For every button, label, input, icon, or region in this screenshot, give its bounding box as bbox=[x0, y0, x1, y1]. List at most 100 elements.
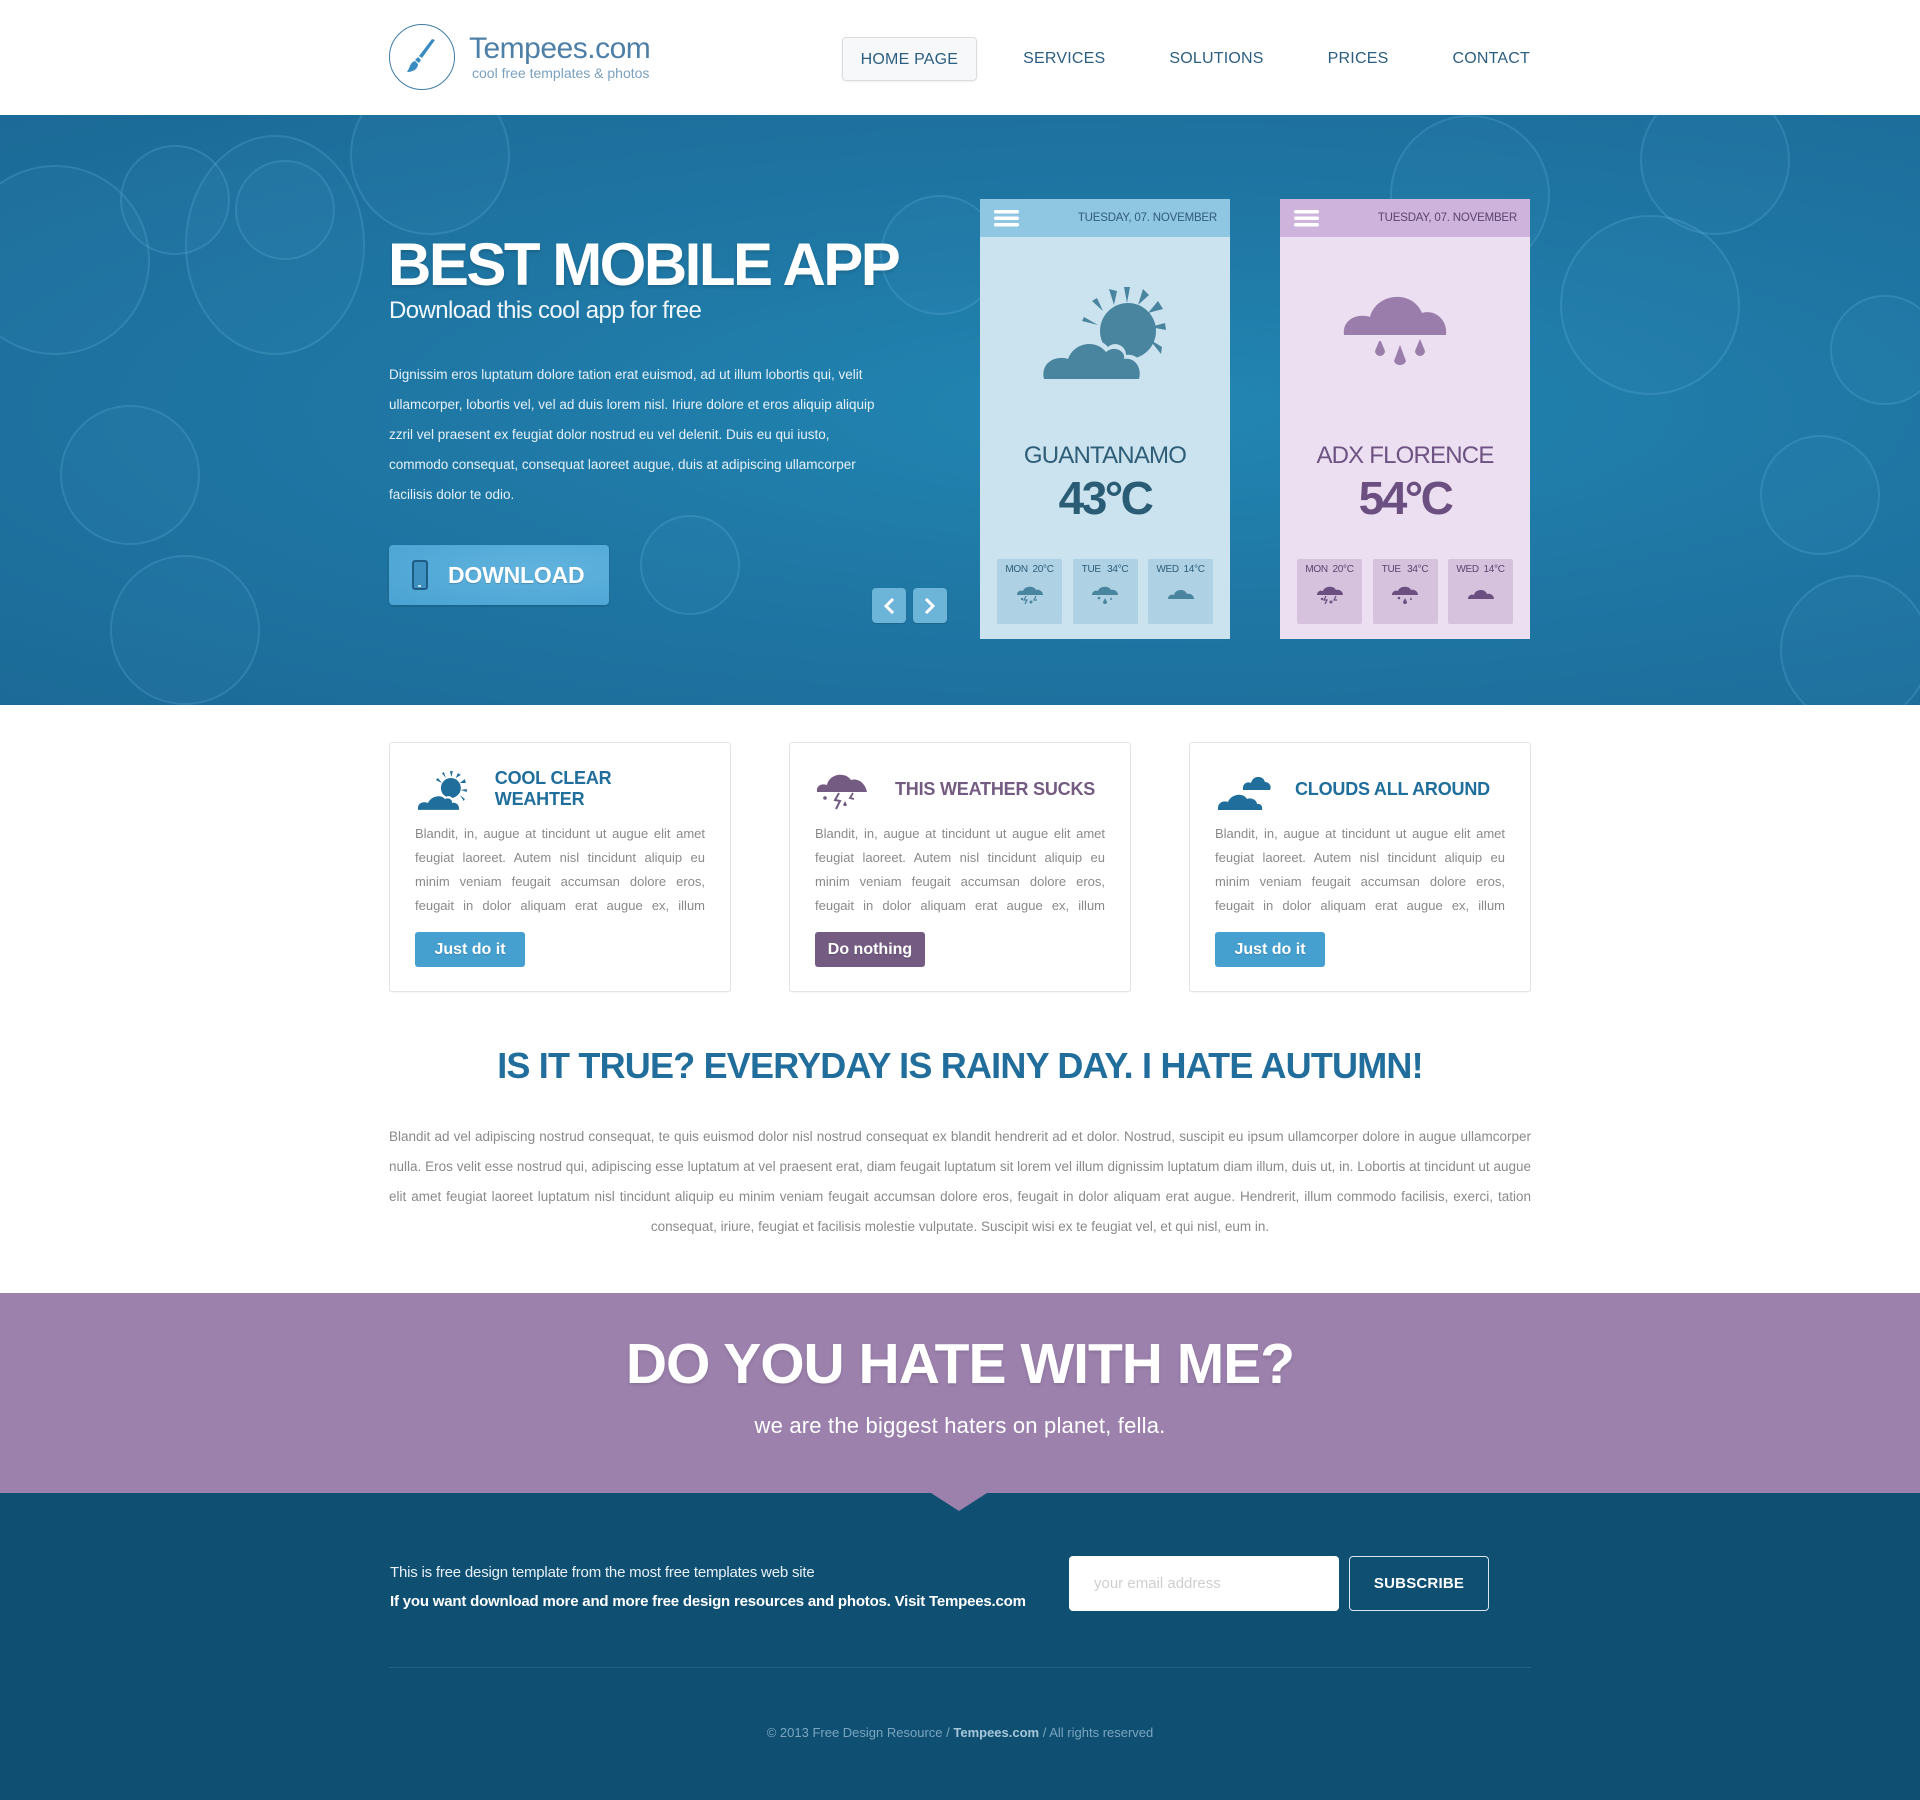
copyright: © 2013 Free Design Resource / Tempees.co… bbox=[0, 1725, 1920, 1740]
cloud-icon bbox=[1148, 584, 1213, 606]
site-footer: This is free design template from the mo… bbox=[0, 1493, 1920, 1800]
storm-icon bbox=[1297, 584, 1362, 606]
footer-info-line: This is free design template from the mo… bbox=[390, 1564, 815, 1581]
cloud-icon bbox=[1448, 584, 1513, 606]
hero-description: Dignissim eros luptatum dolore tation er… bbox=[389, 367, 875, 502]
partly-sunny-icon bbox=[415, 771, 467, 810]
feature-description: Blandit, in, augue at tincidunt ut augue… bbox=[415, 826, 705, 913]
weather-app-screen-adx-florence: TUESDAY, 07. NOVEMBER ADX FLORENCE 54°C … bbox=[1280, 199, 1530, 639]
bokeh-decoration bbox=[1830, 295, 1920, 405]
cta-banner: DO YOU HATE WITH ME? we are the biggest … bbox=[0, 1293, 1920, 1493]
download-button[interactable]: DOWNLOAD bbox=[389, 545, 609, 605]
bokeh-decoration bbox=[1760, 435, 1880, 555]
site-header: Tempees.com cool free templates & photos… bbox=[0, 0, 1920, 115]
subscribe-button[interactable]: SUBSCRIBE bbox=[1349, 1556, 1489, 1611]
slider-prev-button[interactable] bbox=[872, 588, 906, 623]
forecast-temp: 14°C bbox=[1483, 564, 1505, 575]
forecast-row: MON 20°C TUE 34°C WED 14°C bbox=[1297, 559, 1513, 624]
rain-cloud-icon bbox=[1280, 279, 1530, 399]
nav-home-page[interactable]: HOME PAGE bbox=[841, 37, 978, 81]
app-date: TUESDAY, 07. NOVEMBER bbox=[1077, 212, 1217, 224]
bokeh-decoration bbox=[185, 135, 365, 355]
footer-info-link[interactable]: If you want download more and more free … bbox=[390, 1593, 1026, 1610]
feature-card: CLOUDS ALL AROUND Blandit, in, augue at … bbox=[1189, 742, 1531, 992]
storm-icon bbox=[997, 584, 1062, 606]
do-nothing-button[interactable]: Do nothing bbox=[815, 932, 925, 967]
feature-card: THIS WEATHER SUCKS Blandit, in, augue at… bbox=[789, 742, 1131, 992]
nav-prices[interactable]: PRICES bbox=[1310, 37, 1407, 81]
cta-title: DO YOU HATE WITH ME? bbox=[625, 1332, 1295, 1396]
bokeh-decoration bbox=[60, 405, 200, 545]
forecast-temp: 34°C bbox=[1107, 564, 1129, 575]
forecast-row: MON 20°C TUE 34°C WED 14°C bbox=[997, 559, 1213, 624]
chevron-left-icon bbox=[883, 597, 895, 614]
bokeh-decoration bbox=[110, 555, 260, 705]
nav-contact[interactable]: CONTACT bbox=[1434, 37, 1530, 81]
feature-card: COOL CLEAR WEAHTER Blandit, in, augue at… bbox=[389, 742, 731, 992]
rain-icon bbox=[1073, 584, 1138, 606]
forecast-day[interactable]: WED 14°C bbox=[1148, 559, 1213, 624]
hero-subtitle: Download this cool app for free bbox=[389, 297, 702, 324]
forecast-day-label: TUE bbox=[1381, 564, 1401, 575]
nav-services[interactable]: SERVICES bbox=[1005, 37, 1123, 81]
forecast-day-label: TUE bbox=[1081, 564, 1101, 575]
feature-title: COOL CLEAR WEAHTER bbox=[494, 768, 612, 809]
cta-subtitle: we are the biggest haters on planet, fel… bbox=[754, 1413, 1166, 1438]
forecast-day[interactable]: MON 20°C bbox=[1297, 559, 1362, 624]
hero-section: BEST MOBILE APP Download this cool app f… bbox=[0, 115, 1920, 705]
slider-next-button[interactable] bbox=[913, 588, 947, 623]
forecast-day[interactable]: WED 14°C bbox=[1448, 559, 1513, 624]
paintbrush-icon bbox=[389, 24, 455, 90]
app-top-bar: TUESDAY, 07. NOVEMBER bbox=[980, 199, 1230, 237]
logo-subtitle: cool free templates & photos bbox=[472, 65, 650, 81]
forecast-temp: 20°C bbox=[1332, 564, 1354, 575]
section-body: Blandit ad vel adipiscing nostrud conseq… bbox=[389, 1129, 1531, 1234]
section-heading: IS IT TRUE? EVERYDAY IS RAINY DAY. I HAT… bbox=[497, 1045, 1423, 1086]
main-nav: HOME PAGE SERVICES SOLUTIONS PRICES CONT… bbox=[841, 37, 1530, 81]
rain-icon bbox=[1373, 584, 1438, 606]
bokeh-decoration bbox=[1560, 215, 1740, 395]
logo[interactable]: Tempees.com cool free templates & photos bbox=[389, 24, 651, 90]
smartphone-icon bbox=[412, 560, 428, 590]
just-do-it-button[interactable]: Just do it bbox=[415, 932, 525, 967]
download-label: DOWNLOAD bbox=[448, 561, 585, 588]
forecast-day[interactable]: MON 20°C bbox=[997, 559, 1062, 624]
bokeh-decoration bbox=[350, 115, 510, 235]
hamburger-menu-icon[interactable] bbox=[1294, 209, 1319, 227]
forecast-temp: 14°C bbox=[1183, 564, 1205, 575]
chevron-right-icon bbox=[924, 597, 936, 614]
feature-title: THIS WEATHER SUCKS bbox=[895, 778, 1096, 799]
forecast-day-label: MON bbox=[1305, 564, 1328, 575]
forecast-day-label: WED bbox=[1456, 564, 1479, 575]
forecast-day[interactable]: TUE 34°C bbox=[1072, 559, 1138, 624]
forecast-temp: 34°C bbox=[1407, 564, 1429, 575]
feature-title: CLOUDS ALL AROUND bbox=[1295, 778, 1490, 799]
nav-solutions[interactable]: SOLUTIONS bbox=[1151, 37, 1281, 81]
partly-sunny-icon bbox=[980, 279, 1230, 399]
current-temperature: 54°C bbox=[1358, 472, 1454, 524]
copyright-brand-link[interactable]: Tempees.com bbox=[953, 1725, 1039, 1740]
bokeh-decoration bbox=[640, 515, 740, 615]
features-row: COOL CLEAR WEAHTER Blandit, in, augue at… bbox=[389, 742, 1531, 992]
feature-description: Blandit, in, augue at tincidunt ut augue… bbox=[1215, 826, 1505, 913]
hamburger-menu-icon[interactable] bbox=[994, 209, 1019, 227]
feature-description: Blandit, in, augue at tincidunt ut augue… bbox=[815, 826, 1105, 913]
forecast-temp: 20°C bbox=[1032, 564, 1054, 575]
hero-title: BEST MOBILE APP bbox=[388, 231, 901, 298]
logo-title: Tempees.com bbox=[469, 32, 651, 65]
banner-pointer bbox=[931, 1493, 987, 1511]
clouds-icon bbox=[1215, 776, 1271, 810]
app-date: TUESDAY, 07. NOVEMBER bbox=[1377, 212, 1517, 224]
forecast-day[interactable]: TUE 34°C bbox=[1372, 559, 1438, 624]
email-input[interactable] bbox=[1069, 1556, 1339, 1611]
copyright-suffix: / All rights reserved bbox=[1039, 1725, 1154, 1740]
forecast-day-label: MON bbox=[1005, 564, 1028, 575]
weather-app-screen-guantanamo: TUESDAY, 07. NOVEMBER GUANTANAMO 43°C MO… bbox=[980, 199, 1230, 639]
bokeh-decoration bbox=[1780, 575, 1920, 705]
page: Tempees.com cool free templates & photos… bbox=[0, 0, 1920, 1800]
just-do-it-button[interactable]: Just do it bbox=[1215, 932, 1325, 967]
forecast-day-label: WED bbox=[1156, 564, 1179, 575]
copyright-prefix: © 2013 Free Design Resource / bbox=[766, 1725, 954, 1740]
storm-cloud-icon bbox=[816, 774, 867, 810]
app-top-bar: TUESDAY, 07. NOVEMBER bbox=[1280, 199, 1530, 237]
